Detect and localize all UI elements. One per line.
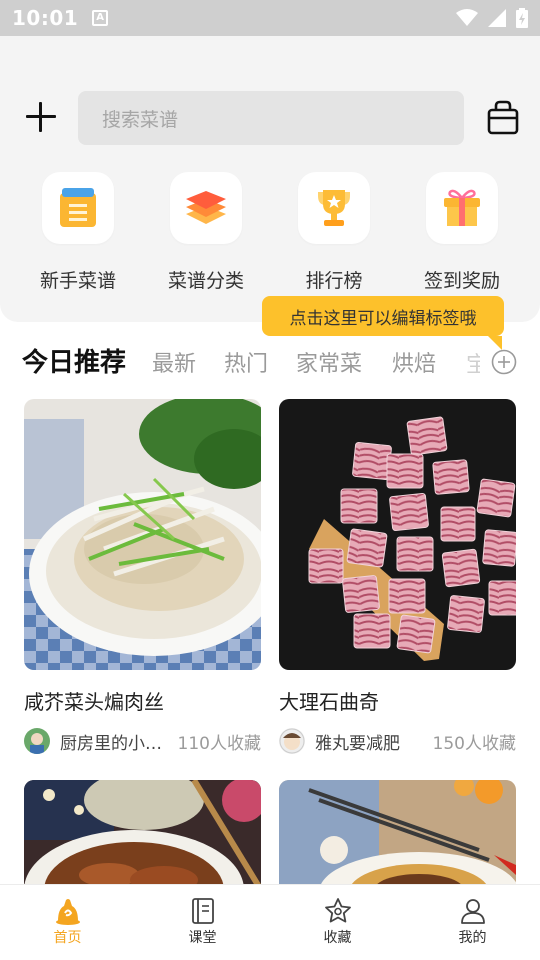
recipe-card[interactable]: 咸芥菜头煸肉丝 厨房里的小… 110人收藏 — [24, 399, 261, 755]
trophy-icon — [318, 190, 350, 226]
quick-action-icon-box — [298, 172, 370, 244]
star-icon — [324, 898, 351, 923]
status-bar: 10:01 A — [0, 0, 540, 36]
status-a-icon: A — [92, 10, 109, 26]
favorite-count: 150人收藏 — [432, 733, 516, 754]
shopping-bag-icon[interactable] — [486, 100, 520, 136]
battery-icon — [516, 8, 528, 28]
quick-action-ranking[interactable]: 排行榜 — [279, 172, 389, 293]
search-placeholder: 搜索菜谱 — [102, 108, 179, 131]
recipe-image[interactable] — [24, 780, 261, 890]
nav-label: 首页 — [53, 930, 82, 946]
book-icon — [191, 898, 214, 924]
nav-label: 课堂 — [188, 930, 217, 946]
author-name[interactable]: 厨房里的小… — [60, 729, 162, 754]
tab-hot[interactable]: 热门 — [224, 342, 268, 382]
recipe-meta: 雅丸要减肥 150人收藏 — [279, 727, 516, 755]
bottom-nav: 首页 课堂 收藏 我的 — [0, 884, 540, 960]
quick-actions: 新手菜谱 菜谱分类 排行榜 签到奖励 — [0, 172, 540, 293]
quick-action-icon-box — [426, 172, 498, 244]
search-input[interactable]: 搜索菜谱 — [78, 91, 464, 145]
recipe-title[interactable]: 咸芥菜头煸肉丝 — [24, 686, 261, 715]
signal-icon — [488, 9, 506, 27]
quick-action-label: 菜谱分类 — [167, 270, 244, 292]
avatar[interactable] — [279, 728, 305, 754]
nav-favorites[interactable]: 收藏 — [278, 885, 398, 960]
user-icon — [460, 899, 485, 924]
status-time: 10:01 — [12, 6, 79, 30]
tab-today[interactable]: 今日推荐 — [22, 340, 126, 380]
tab-baking[interactable]: 烘焙 — [392, 342, 436, 382]
avatar[interactable] — [24, 728, 50, 754]
quick-action-label: 新手菜谱 — [39, 270, 116, 292]
tab-latest[interactable]: 最新 — [152, 342, 196, 382]
quick-action-icon-box — [42, 172, 114, 244]
tab-home-cooking[interactable]: 家常菜 — [296, 342, 362, 382]
edit-tags-tooltip[interactable]: 点击这里可以编辑标签哦 — [262, 296, 504, 350]
nav-label: 我的 — [458, 930, 487, 946]
quick-action-beginner[interactable]: 新手菜谱 — [23, 172, 133, 293]
quick-action-label: 签到奖励 — [423, 270, 500, 292]
tab-more-clipped[interactable]: 宝 — [466, 340, 480, 380]
category-tabs: 今日推荐 最新 热门 家常菜 烘焙 宝 — [0, 340, 540, 384]
nav-class[interactable]: 课堂 — [143, 885, 263, 960]
recipe-meta: 厨房里的小… 110人收藏 — [24, 727, 261, 755]
gift-icon — [444, 189, 480, 226]
recipe-book-icon — [60, 188, 96, 227]
recipe-image[interactable] — [279, 780, 516, 890]
layers-icon — [186, 191, 226, 224]
status-icons — [456, 8, 528, 28]
recipe-title[interactable]: 大理石曲奇 — [279, 686, 516, 715]
quick-action-category[interactable]: 菜谱分类 — [151, 172, 261, 293]
quick-action-checkin[interactable]: 签到奖励 — [407, 172, 517, 293]
recipe-image[interactable] — [24, 399, 261, 670]
favorite-count: 110人收藏 — [177, 733, 261, 754]
plus-icon[interactable] — [24, 100, 58, 134]
quick-action-icon-box — [170, 172, 242, 244]
home-icon — [55, 899, 80, 925]
recipe-image[interactable] — [279, 399, 516, 670]
tab-more-label: 宝 — [466, 353, 480, 378]
recipe-card[interactable]: 大理石曲奇 雅丸要减肥 150人收藏 — [279, 399, 516, 755]
nav-label: 收藏 — [323, 930, 352, 946]
add-tab-icon[interactable] — [491, 349, 517, 375]
wifi-icon — [456, 9, 478, 26]
nav-home[interactable]: 首页 — [8, 885, 128, 960]
nav-profile[interactable]: 我的 — [413, 885, 533, 960]
author-name[interactable]: 雅丸要减肥 — [315, 729, 400, 754]
quick-action-label: 排行榜 — [305, 270, 363, 292]
